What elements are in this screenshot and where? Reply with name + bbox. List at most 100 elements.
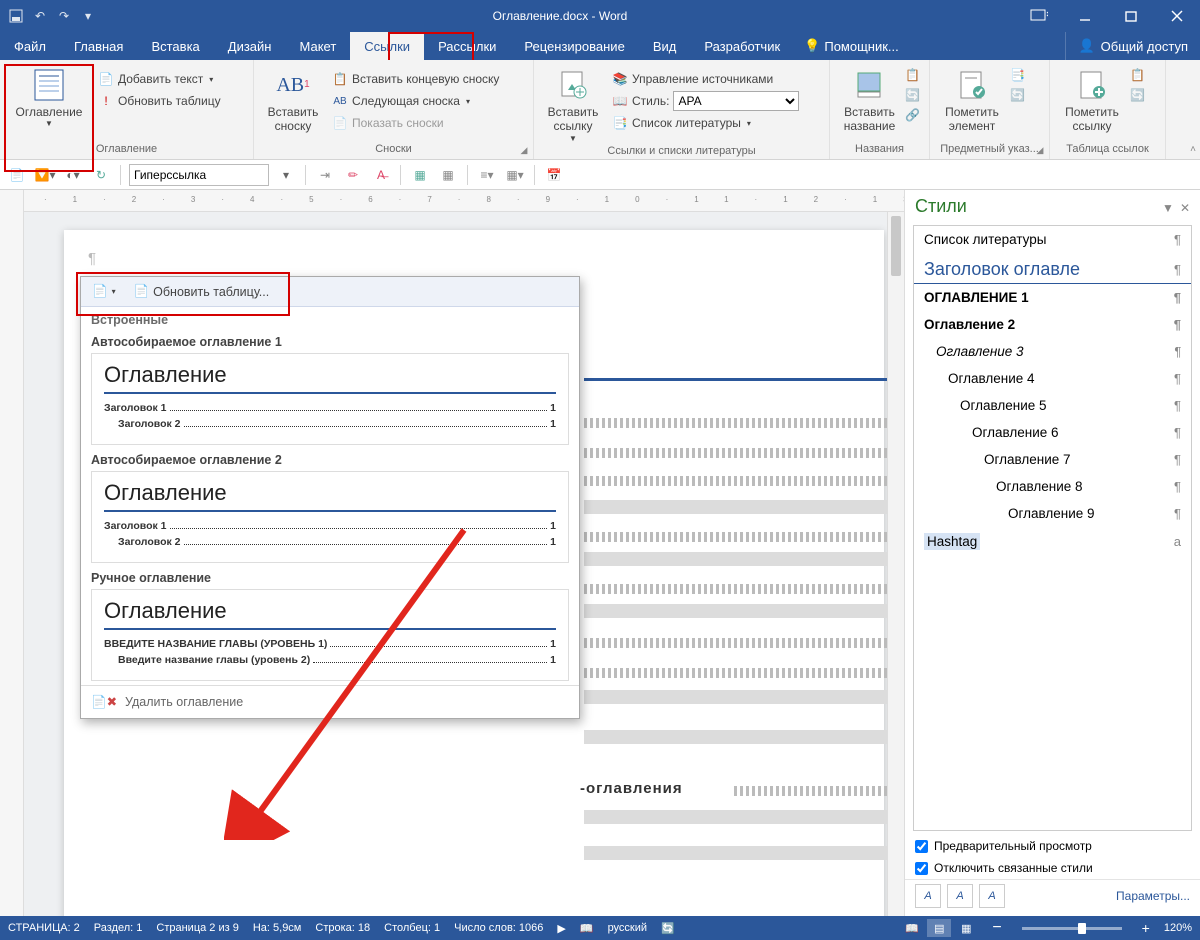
citation-style-select[interactable]: APA — [673, 91, 799, 111]
pane-close-icon[interactable]: ✕ — [1180, 201, 1190, 215]
update-toa-icon[interactable]: 🔄 — [1130, 88, 1148, 106]
mark-entry-button[interactable]: Пометить элемент — [936, 64, 1008, 134]
tab-home[interactable]: Главная — [60, 32, 137, 60]
tab-layout[interactable]: Макет — [285, 32, 350, 60]
style-row[interactable]: ОГЛАВЛЕНИЕ 1¶ — [914, 284, 1191, 311]
gallery-item-auto1[interactable]: Автособираемое оглавление 1 Оглавление З… — [81, 331, 579, 449]
status-wordcount[interactable]: Число слов: 1066 — [454, 922, 543, 934]
insert-table-figures-icon[interactable]: 📋 — [905, 68, 923, 86]
dropdown-icon[interactable]: ▾ — [275, 164, 297, 186]
view-print-icon[interactable]: ▤ — [927, 919, 951, 937]
status-position[interactable]: На: 5,9см — [253, 922, 302, 934]
document-area[interactable]: ·1·2·3·4·5·6·7·8·9·10·11·12·13·14 ¶ -огл… — [24, 190, 904, 916]
dialog-launcher-icon[interactable]: ◢ — [518, 144, 530, 156]
gallery-update-button[interactable]: 📄Обновить таблицу... — [127, 281, 277, 303]
insert-footnote-button[interactable]: AB1 Вставить сноску — [260, 64, 326, 134]
close-button[interactable] — [1154, 0, 1200, 32]
style-row[interactable]: Оглавление 8¶ — [914, 473, 1191, 500]
status-page-of[interactable]: Страница 2 из 9 — [156, 922, 238, 934]
insert-citation-button[interactable]: Вставить ссылку▼ — [540, 64, 606, 143]
zoom-level[interactable]: 120% — [1164, 922, 1192, 934]
calendar-icon[interactable]: 📅 — [543, 164, 565, 186]
next-footnote-button[interactable]: ABСледующая сноска▾ — [328, 90, 503, 112]
tab-review[interactable]: Рецензирование — [510, 32, 638, 60]
status-track-icon[interactable]: 🔄 — [661, 922, 675, 935]
style-inspector-icon[interactable]: A — [947, 884, 973, 908]
gallery-item-manual[interactable]: Ручное оглавление Оглавление ВВЕДИТЕ НАЗ… — [81, 567, 579, 685]
tab-mailings[interactable]: Рассылки — [424, 32, 510, 60]
filter-icon[interactable]: 🔽▾ — [34, 164, 56, 186]
status-language[interactable]: русский — [608, 922, 647, 934]
dialog-launcher-icon[interactable]: ◢ — [1034, 144, 1046, 156]
maximize-button[interactable] — [1108, 0, 1154, 32]
update-captions-icon[interactable]: 🔄 — [905, 88, 923, 106]
clear-icon[interactable]: A̶ — [370, 164, 392, 186]
minimize-button[interactable] — [1062, 0, 1108, 32]
pane-menu-icon[interactable]: ▼ — [1162, 201, 1174, 215]
status-line[interactable]: Строка: 18 — [315, 922, 370, 934]
new-style-icon[interactable]: A — [915, 884, 941, 908]
preview-checkbox[interactable]: Предварительный просмотр — [905, 835, 1200, 857]
style-row[interactable]: Оглавление 5¶ — [914, 392, 1191, 419]
style-name-input[interactable] — [129, 164, 269, 186]
styles-options-link[interactable]: Параметры... — [1116, 889, 1190, 903]
insert-index-icon[interactable]: 📑 — [1010, 68, 1028, 86]
collapse-ribbon-icon[interactable]: ˄ — [1190, 144, 1196, 155]
view-web-icon[interactable]: ▦ — [954, 919, 978, 937]
add-text-button[interactable]: 📄Добавить текст▾ — [94, 68, 225, 90]
redo-icon[interactable]: ↷ — [54, 6, 74, 26]
page-icon[interactable]: 📄 — [6, 164, 28, 186]
style-row[interactable]: Заголовок оглавле¶ — [914, 253, 1191, 284]
style-row[interactable]: Список литературы¶ — [914, 226, 1191, 253]
status-section[interactable]: Раздел: 1 — [94, 922, 143, 934]
toc-button[interactable]: Оглавление ▼ — [6, 64, 92, 129]
style-row[interactable]: Оглавление 7¶ — [914, 446, 1191, 473]
bibliography-button[interactable]: 📑Список литературы▾ — [608, 112, 803, 134]
update-index-icon[interactable]: 🔄 — [1010, 88, 1028, 106]
gallery-toc-icon-button[interactable]: 📄▾ — [85, 281, 123, 303]
tab-developer[interactable]: Разработчик — [690, 32, 794, 60]
table-icon[interactable]: ▦ — [409, 164, 431, 186]
vertical-scrollbar[interactable] — [887, 212, 904, 916]
refresh-icon[interactable]: ↻ — [90, 164, 112, 186]
gallery-remove-toc[interactable]: 📄✖ Удалить оглавление — [81, 685, 579, 718]
table2-icon[interactable]: ▦ — [437, 164, 459, 186]
horizontal-ruler[interactable]: ·1·2·3·4·5·6·7·8·9·10·11·12·13·14 — [24, 190, 904, 212]
insert-caption-button[interactable]: Вставить название — [836, 64, 903, 134]
tab-references[interactable]: Ссылки — [350, 32, 424, 60]
tab-file[interactable]: Файл — [0, 32, 60, 60]
spacing-icon[interactable]: ≡▾ — [476, 164, 498, 186]
status-column[interactable]: Столбец: 1 — [384, 922, 440, 934]
view-read-icon[interactable]: 📖 — [900, 919, 924, 937]
gallery-item-auto2[interactable]: Автособираемое оглавление 2 Оглавление З… — [81, 449, 579, 567]
tab-design[interactable]: Дизайн — [214, 32, 286, 60]
zoom-out-button[interactable]: − — [992, 919, 1001, 937]
style-row[interactable]: Оглавление 9¶ — [914, 500, 1191, 527]
insert-toa-icon[interactable]: 📋 — [1130, 68, 1148, 86]
mark-citation-button[interactable]: Пометить ссылку — [1056, 64, 1128, 134]
style-row[interactable]: Оглавление 3¶ — [914, 338, 1191, 365]
tab-view[interactable]: Вид — [639, 32, 691, 60]
styles-list[interactable]: Список литературы¶Заголовок оглавле¶ОГЛА… — [913, 225, 1192, 831]
zoom-in-button[interactable]: + — [1142, 920, 1150, 936]
history-icon[interactable]: ◐▾ — [62, 164, 84, 186]
linked-checkbox[interactable]: Отключить связанные стили — [905, 857, 1200, 879]
undo-icon[interactable]: ↶ — [30, 6, 50, 26]
show-notes-button[interactable]: 📄Показать сноски — [328, 112, 503, 134]
tell-me-search[interactable]: 💡Помощник... — [794, 32, 909, 60]
style-row[interactable]: Оглавление 2¶ — [914, 311, 1191, 338]
save-icon[interactable] — [6, 6, 26, 26]
update-table-button[interactable]: !Обновить таблицу — [94, 90, 225, 112]
borders-icon[interactable]: ▦▾ — [504, 164, 526, 186]
status-page[interactable]: СТРАНИЦА: 2 — [8, 922, 80, 934]
outdent-icon[interactable]: ⇥ — [314, 164, 336, 186]
style-row[interactable]: Hashtaga — [914, 527, 1191, 556]
manage-sources-button[interactable]: 📚Управление источниками — [608, 68, 803, 90]
vertical-ruler[interactable] — [0, 190, 24, 916]
tab-insert[interactable]: Вставка — [137, 32, 213, 60]
highlight-icon[interactable]: ✏ — [342, 164, 364, 186]
zoom-slider[interactable] — [1022, 927, 1122, 930]
status-spellcheck-icon[interactable]: 📖 — [580, 922, 594, 935]
qat-dropdown-icon[interactable]: ▾ — [78, 6, 98, 26]
manage-styles-icon[interactable]: A — [979, 884, 1005, 908]
